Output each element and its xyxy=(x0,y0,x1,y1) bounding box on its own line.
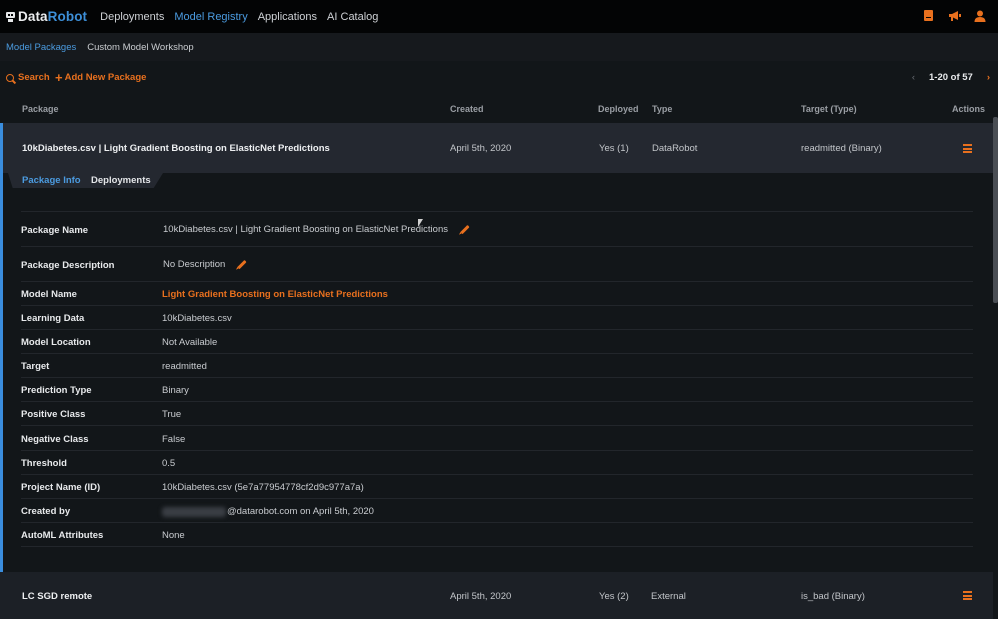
info-row-threshold: Threshold 0.5 xyxy=(21,450,973,474)
add-new-package-label: Add New Package xyxy=(64,72,147,83)
nav-applications[interactable]: Applications xyxy=(258,11,317,23)
subnav-custom-model-workshop[interactable]: Custom Model Workshop xyxy=(87,42,193,53)
edit-package-name-pencil-icon[interactable] xyxy=(460,224,470,235)
info-label: AutoML Attributes xyxy=(21,530,104,541)
info-value: 10kDiabetes.csv xyxy=(162,313,232,324)
package-name-cell: LC SGD remote xyxy=(22,591,93,602)
created-cell: April 5th, 2020 xyxy=(450,591,512,602)
brand-name-part1: Data xyxy=(18,9,48,24)
info-label: Threshold xyxy=(21,458,67,469)
info-value: Not Available xyxy=(162,337,218,348)
search-button[interactable]: Search xyxy=(6,72,50,83)
redacted-username xyxy=(162,506,226,517)
info-row-package-name: Package Name 10kDiabetes.csv | Light Gra… xyxy=(21,211,973,246)
info-row-model-location: Model Location Not Available xyxy=(21,329,973,353)
info-value: 0.5 xyxy=(162,458,176,469)
previous-page-button[interactable]: ‹ xyxy=(912,72,915,83)
mouse-cursor-icon xyxy=(418,219,423,227)
column-header-actions: Actions xyxy=(952,104,986,114)
scrollbar-thumb[interactable] xyxy=(993,117,998,303)
info-label: Learning Data xyxy=(21,313,85,324)
table-row[interactable]: LC SGD remote April 5th, 2020 Yes (2) Ex… xyxy=(0,572,993,619)
sub-navbar: Model Packages Custom Model Workshop xyxy=(0,33,998,61)
created-cell: April 5th, 2020 xyxy=(450,143,512,154)
info-label: Positive Class xyxy=(21,409,86,420)
column-header-deployed[interactable]: Deployed xyxy=(598,104,639,114)
nav-model-registry[interactable]: Model Registry xyxy=(174,11,247,23)
top-navbar: DataRobot Deployments Model Registry App… xyxy=(0,0,998,33)
info-row-target: Target readmitted xyxy=(21,353,973,377)
target-cell: readmitted (Binary) xyxy=(801,143,882,154)
search-label: Search xyxy=(18,72,50,83)
search-icon xyxy=(6,73,14,82)
info-row-prediction-type: Prediction Type Binary xyxy=(21,377,973,401)
info-value: 10kDiabetes.csv (5e7a77954778cf2d9c977a7… xyxy=(162,482,364,493)
table-row[interactable]: 10kDiabetes.csv | Light Gradient Boostin… xyxy=(0,123,993,173)
info-label: Package Name xyxy=(21,225,89,236)
column-header-created[interactable]: Created xyxy=(450,104,484,114)
info-value: readmitted xyxy=(162,361,207,372)
column-header-type[interactable]: Type xyxy=(652,104,672,114)
column-header-package[interactable]: Package xyxy=(22,104,59,114)
info-value: True xyxy=(162,409,182,420)
info-label: Model Location xyxy=(21,337,91,348)
package-details-panel: Package Info Deployments Package Name 10… xyxy=(3,173,993,572)
deployed-cell: Yes (2) xyxy=(599,591,629,602)
user-icon[interactable] xyxy=(974,10,986,22)
plus-icon: + xyxy=(55,70,63,85)
info-value: No Description xyxy=(163,259,247,270)
model-name-link[interactable]: Light Gradient Boosting on ElasticNet Pr… xyxy=(162,289,388,300)
package-name-cell: 10kDiabetes.csv | Light Gradient Boostin… xyxy=(22,143,330,154)
actions-menu-icon[interactable] xyxy=(963,591,972,600)
info-row-learning-data: Learning Data 10kDiabetes.csv xyxy=(21,305,973,329)
package-name-value: 10kDiabetes.csv | Light Gradient Boostin… xyxy=(163,224,448,235)
info-value: False xyxy=(162,434,186,445)
pagination: ‹ 1-20 of 57 › xyxy=(912,72,990,83)
info-label: Created by xyxy=(21,506,71,517)
divider xyxy=(21,546,973,547)
target-cell: is_bad (Binary) xyxy=(801,591,865,602)
datarobot-logo[interactable]: DataRobot xyxy=(6,9,87,24)
info-row-negative-class: Negative Class False xyxy=(21,425,973,449)
info-value: Binary xyxy=(162,385,189,396)
info-row-project-name: Project Name (ID) 10kDiabetes.csv (5e7a7… xyxy=(21,474,973,498)
created-by-value: @datarobot.com on April 5th, 2020 xyxy=(227,506,374,517)
nav-deployments[interactable]: Deployments xyxy=(100,11,164,23)
info-label: Prediction Type xyxy=(21,385,92,396)
info-label: Target xyxy=(21,361,50,372)
info-value: 10kDiabetes.csv | Light Gradient Boostin… xyxy=(163,224,470,235)
type-cell: External xyxy=(651,591,686,602)
page-range: 1-20 of 57 xyxy=(929,72,973,83)
deployed-cell: Yes (1) xyxy=(599,143,629,154)
edit-package-description-pencil-icon[interactable] xyxy=(237,259,247,270)
toolbar: Search + Add New Package ‹ 1-20 of 57 › xyxy=(0,61,998,93)
column-header-target[interactable]: Target (Type) xyxy=(801,104,857,114)
actions-menu-icon[interactable] xyxy=(963,144,972,153)
info-row-created-by: Created by @datarobot.com on April 5th, … xyxy=(21,498,973,522)
info-row-model-name: Model Name Light Gradient Boosting on El… xyxy=(21,281,973,305)
add-new-package-button[interactable]: + Add New Package xyxy=(55,70,147,85)
vertical-scrollbar[interactable] xyxy=(993,93,998,619)
info-value: None xyxy=(162,530,185,541)
book-icon[interactable] xyxy=(922,10,934,22)
brand-name-part2: Robot xyxy=(47,9,88,24)
info-row-automl-attributes: AutoML Attributes None xyxy=(21,522,973,546)
table-header: Package Created Deployed Type Target (Ty… xyxy=(0,93,993,123)
info-label: Package Description xyxy=(21,260,115,271)
package-description-value: No Description xyxy=(163,259,226,270)
robot-logo-icon xyxy=(6,11,15,22)
info-row-positive-class: Positive Class True xyxy=(21,401,973,425)
megaphone-icon[interactable] xyxy=(948,10,961,22)
info-label: Negative Class xyxy=(21,434,89,445)
nav-ai-catalog[interactable]: AI Catalog xyxy=(327,11,378,23)
subnav-model-packages[interactable]: Model Packages xyxy=(6,42,76,53)
tab-package-info[interactable]: Package Info xyxy=(22,175,81,186)
info-value: @datarobot.com on April 5th, 2020 xyxy=(162,506,374,517)
info-row-package-description: Package Description No Description xyxy=(21,246,973,281)
next-page-button[interactable]: › xyxy=(987,72,990,83)
info-label: Project Name (ID) xyxy=(21,482,101,493)
info-label: Model Name xyxy=(21,289,77,300)
type-cell: DataRobot xyxy=(652,143,698,154)
tab-deployments[interactable]: Deployments xyxy=(91,175,151,186)
